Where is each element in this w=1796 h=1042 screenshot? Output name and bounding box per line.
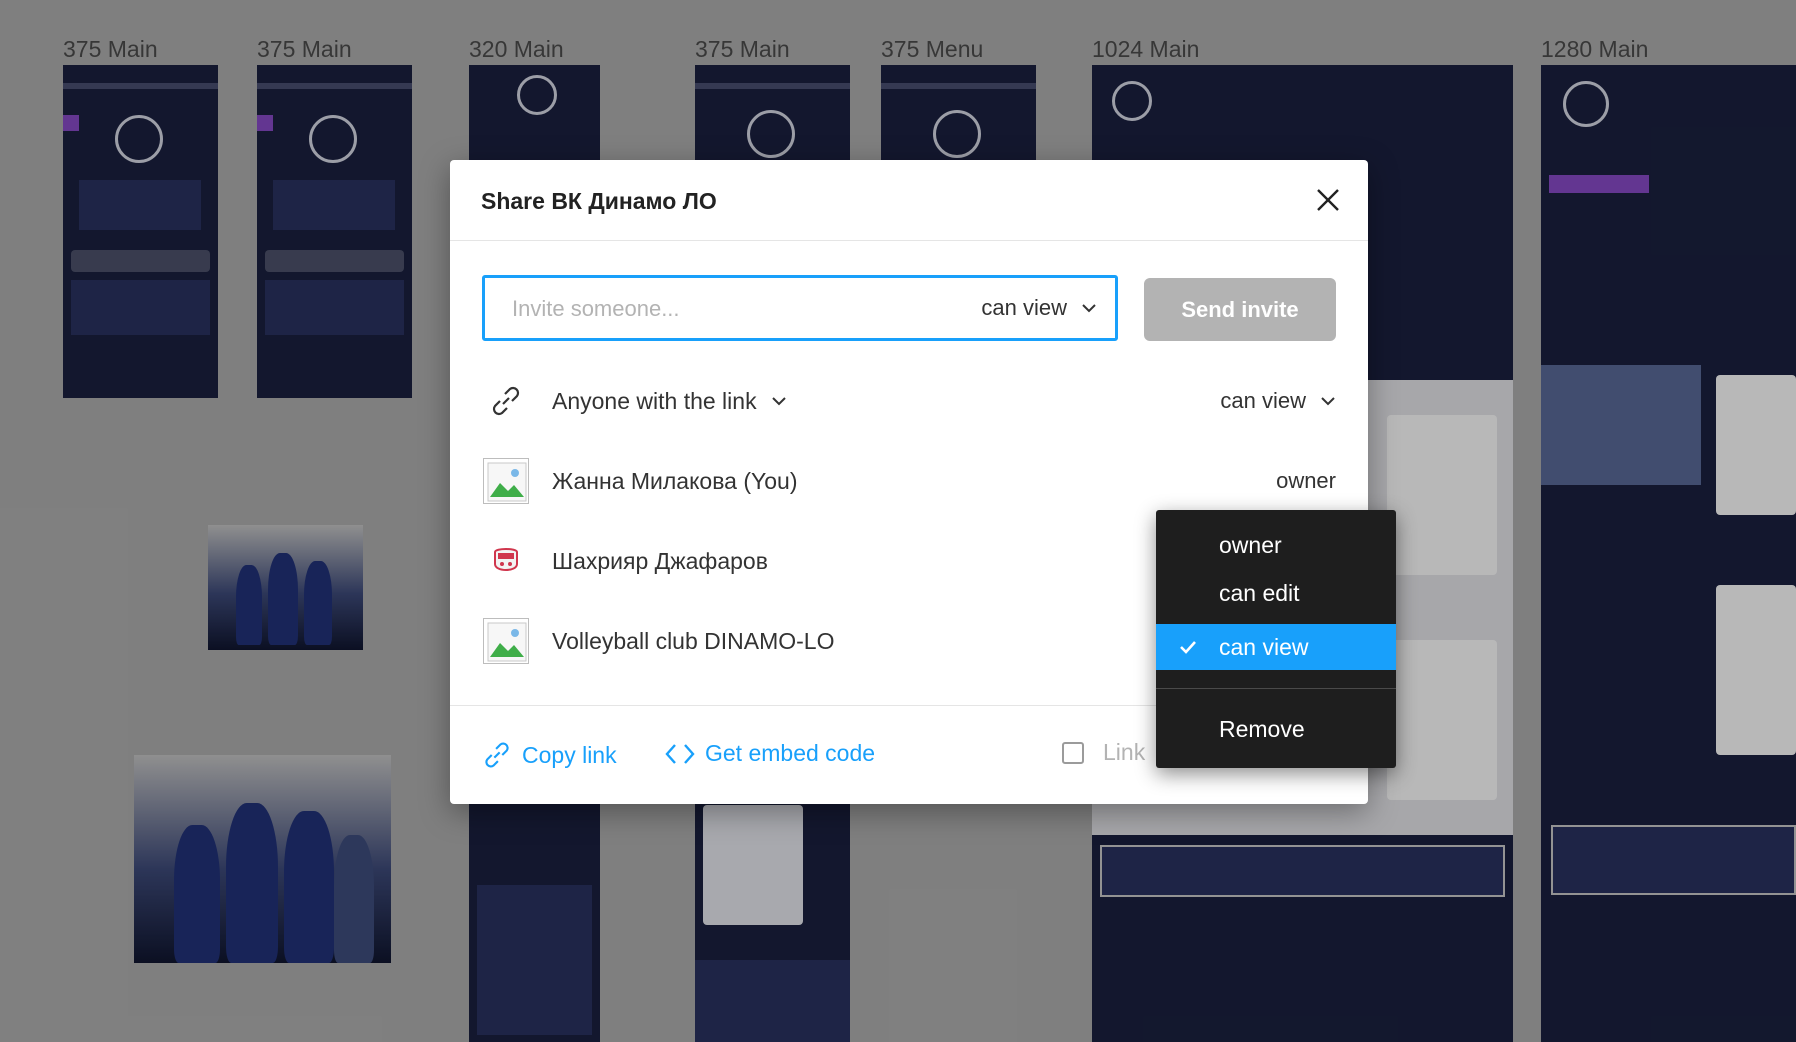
copy-link-button[interactable]: Copy link [482,740,617,770]
member-role: owner [1276,468,1336,493]
link-permission-select[interactable]: can view [1220,388,1336,414]
embed-code-label: Get embed code [705,740,876,766]
link-icon [485,742,509,768]
dialog-title: Share ВК Динамо ЛО [481,188,717,214]
menu-item-can-view[interactable]: can view [1156,624,1396,670]
link-access-select[interactable]: Anyone with the link [552,388,787,415]
link-checkbox[interactable] [1062,742,1084,764]
link-access-row: Anyone with the link can view [482,371,1336,431]
menu-item-remove[interactable]: Remove [1156,706,1396,752]
user-avatar-icon [494,548,518,571]
dialog-header: Share ВК Динамо ЛО [450,160,1368,241]
menu-item-owner[interactable]: owner [1156,522,1396,568]
menu-item-can-edit[interactable]: can edit [1156,570,1396,616]
member-name: Шахрияр Джафаров [552,547,768,574]
menu-item-label: can view [1219,633,1309,660]
member-name: Volleyball club DINAMO-LO [552,627,835,654]
code-icon [665,743,695,764]
send-invite-button[interactable]: Send invite [1144,278,1336,341]
menu-divider [1156,688,1396,689]
invite-permission-select[interactable]: can view [981,295,1097,321]
image-placeholder-icon [483,618,529,664]
invite-input[interactable] [510,290,934,328]
link-access-label: Anyone with the link [552,387,757,414]
image-placeholder-icon [483,458,529,504]
role-dropdown-menu: owner can edit can view Remove [1156,510,1396,768]
member-name: Жанна Милакова (You) [552,467,798,494]
chevron-down-icon [1082,304,1096,313]
invite-permission-value: can view [981,295,1067,320]
invite-field: can view [482,275,1118,341]
close-icon [1317,189,1339,211]
link-icon [482,377,530,425]
chevron-down-icon [771,397,786,406]
link-permission-value: can view [1220,388,1306,413]
checkmark-icon [1180,641,1196,654]
embed-code-button[interactable]: Get embed code [665,740,875,767]
member-row: Жанна Милакова (You) owner [482,451,1336,511]
close-button[interactable] [1310,182,1346,218]
link-checkbox-label: Link [1103,739,1146,765]
copy-link-label: Copy link [522,741,617,768]
chevron-down-icon [1321,397,1335,406]
